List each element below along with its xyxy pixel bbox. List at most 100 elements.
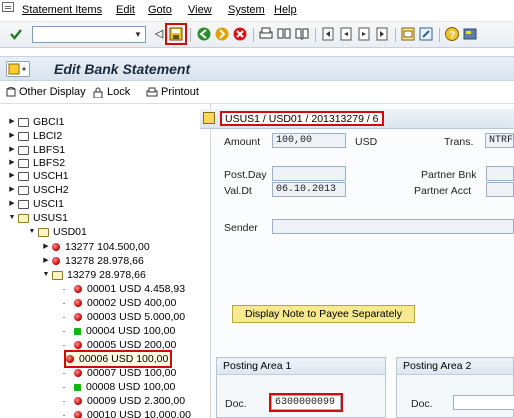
prev-page-icon[interactable] <box>338 26 354 42</box>
tree-node-label: USD01 <box>53 226 87 238</box>
tree-item[interactable]: · 00001 USD 4.458,93 <box>60 282 186 296</box>
save-icon[interactable] <box>165 23 187 45</box>
amount-label: Amount <box>224 136 261 148</box>
expand-arrow-icon[interactable]: ▶ <box>8 156 16 170</box>
help-icon[interactable]: ? <box>444 26 460 42</box>
menu-view[interactable]: View <box>188 4 212 16</box>
tree-node[interactable]: ▶ USCI1 <box>8 197 64 211</box>
val-dt-field[interactable] <box>272 182 346 197</box>
post-day-field[interactable] <box>272 166 346 181</box>
expand-arrow-icon[interactable]: ▶ <box>8 115 16 129</box>
open-folder-icon <box>38 227 49 237</box>
tree-item[interactable]: · 00010 USD 10.000,00 <box>60 408 191 418</box>
tree-item-label: 00010 USD 10.000,00 <box>87 409 191 418</box>
tree-item[interactable]: · 00003 USD 5.000,00 <box>60 310 186 324</box>
last-page-icon[interactable] <box>374 26 390 42</box>
trans-label: Trans. <box>444 136 474 148</box>
posting-area-2: Posting Area 2 Doc. <box>396 357 514 418</box>
expand-arrow-icon[interactable]: ▶ <box>42 254 50 268</box>
other-display-button[interactable]: Other Display <box>6 86 86 98</box>
tree-item-selected[interactable]: 00006 USD 100,00 <box>63 350 173 368</box>
print-icon[interactable] <box>258 26 274 42</box>
tree-node[interactable]: ▼ USUS1 <box>8 211 68 225</box>
find-next-icon[interactable] <box>294 26 310 42</box>
red-status-icon <box>52 257 60 265</box>
exit-icon[interactable] <box>214 26 230 42</box>
tree-node[interactable]: ▶ LBCI2 <box>8 129 62 143</box>
tree-node[interactable]: ▼ 13279 28.978,66 <box>42 268 146 282</box>
tree-node[interactable]: ▼ USD01 <box>28 225 87 239</box>
back-icon[interactable]: ◁ <box>151 26 167 42</box>
menu-help[interactable]: Help <box>274 4 297 16</box>
tree-item[interactable]: · 00002 USD 400,00 <box>60 296 177 310</box>
cancel-icon[interactable] <box>232 26 248 42</box>
next-page-icon[interactable] <box>356 26 372 42</box>
green-status-icon <box>74 327 81 335</box>
tree-item-label: 00008 USD 100,00 <box>86 381 176 393</box>
expand-arrow-icon[interactable]: ▶ <box>8 197 16 211</box>
tree-item[interactable]: · 00008 USD 100,00 <box>60 380 176 394</box>
command-field[interactable] <box>32 26 146 43</box>
shortcut-icon[interactable] <box>418 26 434 42</box>
page-title: Edit Bank Statement <box>54 61 191 77</box>
menu-edit[interactable]: Edit <box>116 4 135 16</box>
open-folder-icon <box>52 270 63 280</box>
partner-bnk-field[interactable] <box>486 166 514 181</box>
check-icon[interactable] <box>8 26 24 42</box>
tree-node-label: LBFS2 <box>33 157 66 169</box>
partner-acct-field[interactable] <box>486 182 514 197</box>
lock-button[interactable]: Lock <box>92 86 130 98</box>
red-status-icon <box>74 313 82 321</box>
tree-item[interactable]: · 00007 USD 100,00 <box>60 366 177 380</box>
doc-field[interactable] <box>453 395 514 410</box>
collapse-arrow-icon[interactable]: ▼ <box>28 225 36 239</box>
sender-field[interactable] <box>272 219 514 234</box>
expand-arrow-icon[interactable]: ▶ <box>8 169 16 183</box>
tree-node-label: LBFS1 <box>33 144 66 156</box>
tree-node[interactable]: ▶ LBFS1 <box>8 143 65 157</box>
trans-field[interactable] <box>485 133 514 148</box>
nav-back-icon[interactable] <box>196 26 212 42</box>
customize-icon[interactable] <box>462 26 478 42</box>
first-page-icon[interactable] <box>320 26 336 42</box>
expand-arrow-icon[interactable]: ▶ <box>8 143 16 157</box>
tree-item[interactable]: · 00009 USD 2.300,00 <box>60 394 186 408</box>
printout-label: Printout <box>161 86 199 98</box>
tree-node[interactable]: ▶ GBCI1 <box>8 115 64 129</box>
tree-node[interactable]: ▶ 13278 28.978,66 <box>42 254 144 268</box>
new-session-icon[interactable] <box>400 26 416 42</box>
display-note-button[interactable]: Display Note to Payee Separately <box>232 305 415 323</box>
tree-node[interactable]: ▶ 13277 104.500,00 <box>42 240 149 254</box>
menu-system[interactable]: System <box>228 4 265 16</box>
tree-node[interactable]: ▶ USCH1 <box>8 169 69 183</box>
sender-label: Sender <box>224 222 258 234</box>
system-menu-icon[interactable] <box>2 2 14 12</box>
green-status-icon <box>74 383 81 391</box>
tree-item[interactable]: · 00005 USD 200,00 <box>60 338 177 352</box>
red-status-icon <box>74 341 82 349</box>
tree-node[interactable]: ▶ LBFS2 <box>8 156 65 170</box>
tree-node-label: USCH1 <box>33 170 69 182</box>
find-icon[interactable] <box>276 26 292 42</box>
open-folder-icon <box>18 213 29 223</box>
printout-button[interactable]: Printout <box>146 86 199 98</box>
statement-key: USUS1 / USD01 / 201313279 / 6 <box>220 111 384 126</box>
menu-statement-items[interactable]: Statement Items <box>22 4 102 16</box>
tree-item-label: 00004 USD 100,00 <box>86 325 176 337</box>
doc-field[interactable] <box>269 393 343 412</box>
expand-arrow-icon[interactable]: ▶ <box>8 129 16 143</box>
amount-field[interactable] <box>272 133 346 148</box>
tree-node[interactable]: ▶ USCH2 <box>8 183 68 197</box>
tree-item[interactable]: · 00004 USD 100,00 <box>60 324 176 338</box>
menu-goto[interactable]: Goto <box>148 4 172 16</box>
command-dropdown-icon[interactable]: ▼ <box>130 26 146 43</box>
folder-icon <box>18 145 29 155</box>
svg-text:?: ? <box>449 30 455 41</box>
partner-acct-label: Partner Acct <box>414 185 472 197</box>
expand-arrow-icon[interactable]: ▶ <box>8 183 16 197</box>
expand-arrow-icon[interactable]: ▶ <box>42 240 50 254</box>
collapse-arrow-icon[interactable]: ▼ <box>42 268 50 282</box>
red-status-icon <box>74 285 82 293</box>
collapse-arrow-icon[interactable]: ▼ <box>8 211 16 225</box>
red-status-icon <box>74 299 82 307</box>
